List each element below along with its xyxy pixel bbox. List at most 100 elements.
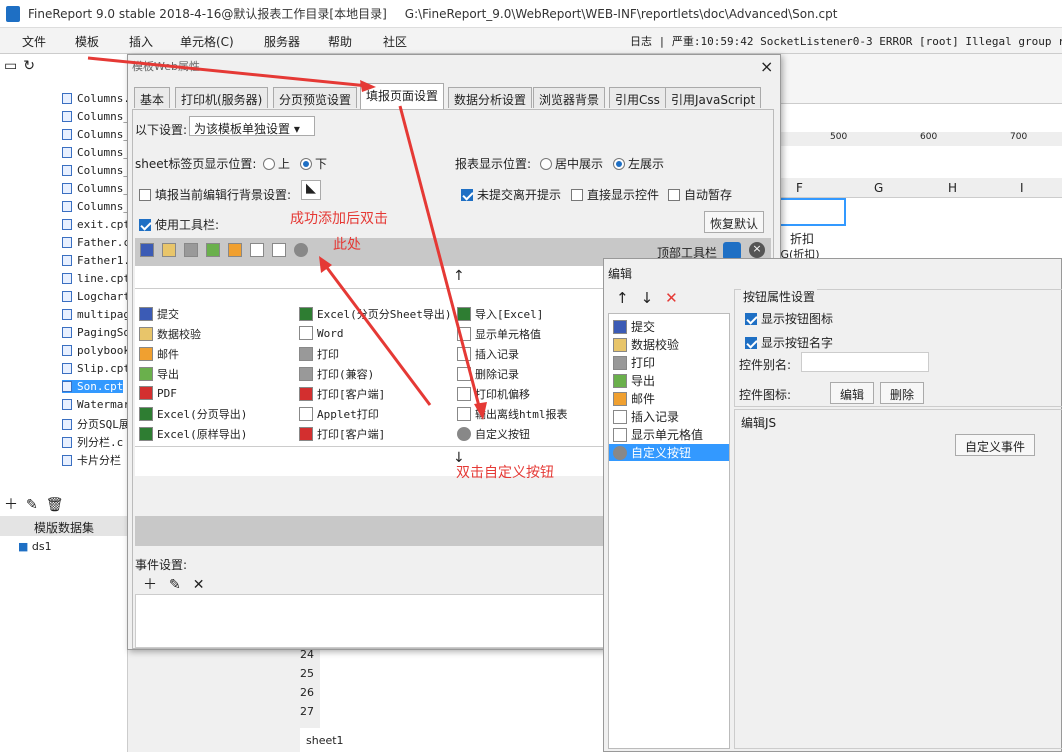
export-icon[interactable] [206, 243, 220, 257]
file-item[interactable]: Columns_ [62, 200, 130, 213]
menu-help[interactable]: 帮助 [328, 33, 352, 50]
setting-select[interactable]: 为该模板单独设置 ▾ [189, 116, 315, 136]
bg-checkbox[interactable]: 填报当前编辑行背景设置: [139, 186, 291, 203]
edit-item[interactable]: 插入记录 [613, 408, 679, 425]
item-print-client-2[interactable]: 打印[客户端] [299, 426, 385, 442]
submit-icon[interactable] [140, 243, 154, 257]
dataset-item[interactable]: ■ ds1 [18, 540, 52, 553]
delete-icon-button[interactable]: 删除 [880, 382, 924, 404]
row-header[interactable]: 26 [300, 686, 320, 705]
print-icon[interactable] [184, 243, 198, 257]
radio-down[interactable]: 下 [300, 155, 327, 172]
close-icon[interactable]: × [760, 57, 773, 76]
edit-item[interactable]: 打印 [613, 354, 655, 371]
item-verify[interactable]: 数据校验 [139, 326, 201, 342]
edit-item-selected[interactable]: 自定义按钮 [609, 444, 729, 461]
file-item[interactable]: exit.cpt [62, 218, 130, 231]
row-header[interactable]: 24 [300, 648, 320, 667]
sheet-tab[interactable]: sheet1 [306, 734, 344, 747]
restore-default-button[interactable]: 恢复默认 [704, 211, 764, 233]
file-item[interactable]: Columns_ [62, 146, 130, 159]
item-show-cell[interactable]: 显示单元格值 [457, 326, 541, 342]
file-item[interactable]: polybook [62, 344, 130, 357]
paint-bucket-icon[interactable]: ◣ [301, 180, 321, 200]
add-event-icon[interactable]: ＋ [143, 577, 169, 593]
item-print-compat[interactable]: 打印(兼容) [299, 366, 374, 382]
move-up-icon[interactable]: ↑ [616, 289, 641, 307]
arrow-up-icon[interactable]: ↑ [453, 268, 465, 284]
item-pdf[interactable]: PDF [139, 386, 177, 400]
item-export[interactable]: 导出 [139, 366, 179, 382]
file-item[interactable]: Slip.cpt [62, 362, 130, 375]
insert-row-icon[interactable] [250, 243, 264, 257]
menu-community[interactable]: 社区 [383, 33, 407, 50]
close-circle-icon[interactable]: × [749, 242, 765, 258]
radio-up[interactable]: 上 [263, 155, 290, 172]
column-h[interactable]: H [948, 181, 957, 195]
file-item[interactable]: Columns_ [62, 164, 130, 177]
add-icon[interactable]: ＋ [4, 497, 26, 513]
file-item[interactable]: 卡片分栏 [62, 452, 121, 468]
file-item[interactable]: Columns. [62, 92, 130, 105]
tab-browser-bg[interactable]: 浏览器背景 [533, 87, 606, 108]
menu-cell[interactable]: 单元格(C) [180, 33, 234, 50]
edit-icon-button[interactable]: 编辑 [830, 382, 874, 404]
show-icon-checkbox[interactable]: 显示按钮图标 [745, 310, 833, 327]
radio-center[interactable]: 居中展示 [540, 155, 603, 172]
tab-pagination[interactable]: 分页预览设置 [273, 87, 358, 108]
tab-basic[interactable]: 基本 [134, 87, 171, 108]
row-header[interactable]: 27 [300, 705, 320, 724]
file-item[interactable]: 列分栏.c [62, 434, 123, 450]
open-folder-icon[interactable]: ▭ [4, 58, 23, 74]
item-excel-page[interactable]: Excel(分页导出) [139, 406, 247, 422]
delete-event-icon[interactable]: ✕ [193, 577, 217, 593]
autosave-checkbox[interactable]: 自动暂存 [668, 186, 732, 203]
item-import-excel[interactable]: 导入[Excel] [457, 306, 543, 322]
edit-event-icon[interactable]: ✎ [169, 577, 193, 593]
custom-event-button[interactable]: 自定义事件 [955, 434, 1035, 456]
item-printer-offset[interactable]: 打印机偏移 [457, 386, 530, 402]
tab-fill-page[interactable]: 填报页面设置 [360, 83, 445, 109]
menu-server[interactable]: 服务器 [264, 33, 300, 50]
item-applet-print[interactable]: Applet打印 [299, 406, 379, 422]
remove-icon[interactable]: ✕ [665, 289, 690, 307]
tab-css[interactable]: 引用Css [609, 87, 666, 108]
file-item[interactable]: Father.c [62, 236, 130, 249]
file-item[interactable]: Columns_ [62, 182, 130, 195]
file-item[interactable]: Columns_ [62, 110, 130, 123]
item-excel-sheet[interactable]: Excel(分页分Sheet导出) [299, 306, 451, 322]
show-name-checkbox[interactable]: 显示按钮名字 [745, 334, 833, 351]
column-i[interactable]: I [1020, 181, 1024, 195]
item-word[interactable]: Word [299, 326, 344, 340]
refresh-icon[interactable]: ↻ [23, 58, 41, 74]
selected-cell[interactable] [770, 198, 846, 226]
tab-printer[interactable]: 打印机(服务器) [175, 87, 269, 108]
item-print-client[interactable]: 打印[客户端] [299, 386, 385, 402]
item-offline-html[interactable]: 输出离线html报表 [457, 406, 568, 422]
delete-icon[interactable]: 🗑 [46, 497, 72, 513]
file-item[interactable]: Logchart [62, 290, 130, 303]
item-print[interactable]: 打印 [299, 346, 339, 362]
tab-analysis[interactable]: 数据分析设置 [448, 87, 533, 108]
file-item[interactable]: PagingSq [62, 326, 130, 339]
item-custom-button[interactable]: 自定义按钮 [457, 426, 530, 442]
move-down-icon[interactable]: ↓ [641, 289, 666, 307]
item-delete-row[interactable]: 删除记录 [457, 366, 519, 382]
file-item[interactable]: Columns_ [62, 128, 130, 141]
mail-icon[interactable] [228, 243, 242, 257]
edit-item[interactable]: 提交 [613, 318, 655, 335]
menu-template[interactable]: 模板 [75, 33, 99, 50]
edit-item[interactable]: 数据校验 [613, 336, 679, 353]
cell-discount[interactable]: 折扣 [790, 230, 814, 247]
edit-item[interactable]: 导出 [613, 372, 655, 389]
edit-icon[interactable]: ✎ [26, 497, 46, 513]
tab-javascript[interactable]: 引用JavaScript [665, 87, 762, 108]
edit-item[interactable]: 显示单元格值 [613, 426, 703, 443]
edit-item[interactable]: 邮件 [613, 390, 655, 407]
item-mail[interactable]: 邮件 [139, 346, 179, 362]
menu-file[interactable]: 文件 [22, 33, 46, 50]
direct-checkbox[interactable]: 直接显示控件 [571, 186, 659, 203]
file-item[interactable]: 分页SQL展 [62, 416, 130, 432]
menu-insert[interactable]: 插入 [129, 33, 153, 50]
custom-button-gear-icon[interactable] [294, 243, 308, 257]
